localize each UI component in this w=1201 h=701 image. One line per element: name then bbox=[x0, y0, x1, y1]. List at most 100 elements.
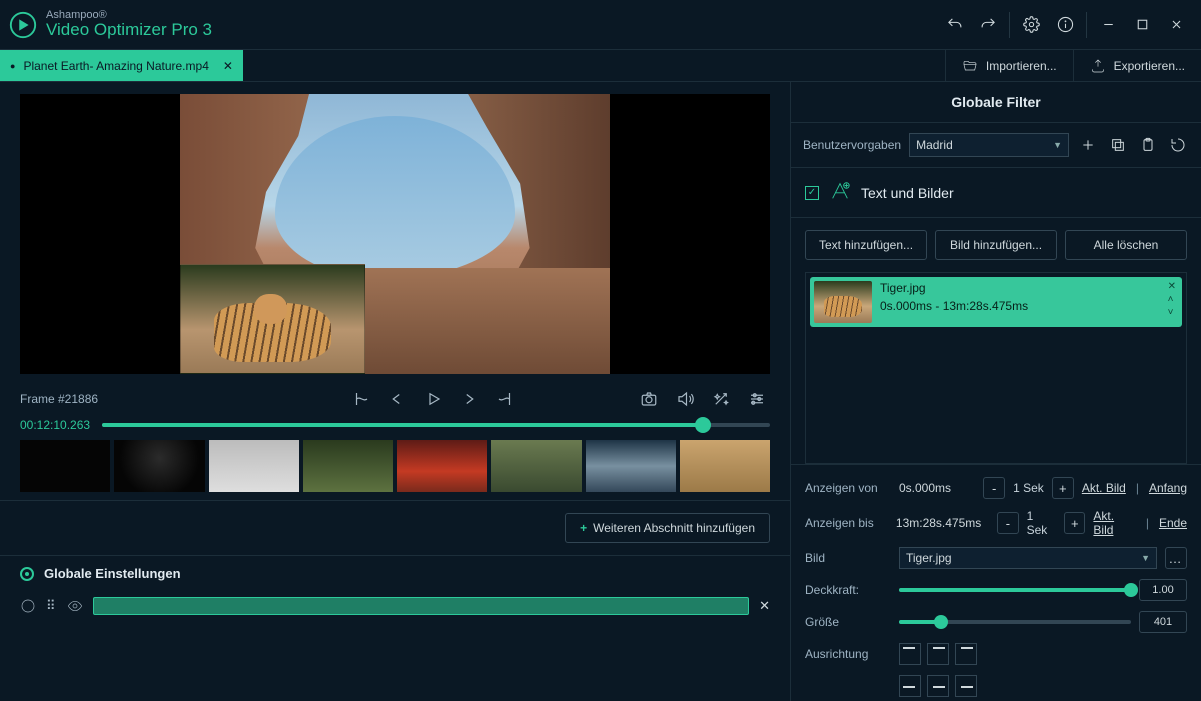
file-tab[interactable]: ● Planet Earth- Amazing Nature.mp4 ✕ bbox=[0, 50, 243, 81]
overlay-item-list: Tiger.jpg 0s.000ms - 13m:28s.475ms ✕ ˄ ˅ bbox=[805, 272, 1187, 464]
show-to-label: Anzeigen bis bbox=[805, 516, 888, 530]
segment-visibility-icon[interactable] bbox=[67, 598, 83, 614]
app-logo-icon bbox=[8, 10, 38, 40]
snapshot-button[interactable] bbox=[636, 386, 662, 412]
show-to-current-link[interactable]: Akt. Bild bbox=[1093, 509, 1135, 537]
show-to-plus-button[interactable]: + bbox=[1064, 512, 1085, 534]
show-to-value: 13m:28s.475ms bbox=[896, 516, 981, 530]
opacity-value[interactable]: 1.00 bbox=[1139, 579, 1187, 601]
maximize-button[interactable] bbox=[1125, 0, 1159, 50]
add-image-button[interactable]: Bild hinzufügen... bbox=[935, 230, 1057, 260]
add-section-button[interactable]: + Weiteren Abschnitt hinzufügen bbox=[565, 513, 770, 543]
segment-loop-icon[interactable] bbox=[20, 598, 36, 614]
size-label: Größe bbox=[805, 615, 891, 629]
plus-icon: + bbox=[580, 521, 587, 535]
preset-select[interactable]: Madrid ▼ bbox=[909, 133, 1069, 157]
show-from-step: 1 Sek bbox=[1013, 481, 1044, 495]
import-button[interactable]: Importieren... bbox=[945, 50, 1073, 81]
thumbnail[interactable] bbox=[114, 440, 204, 492]
timeline-slider[interactable] bbox=[102, 423, 770, 427]
mark-in-button[interactable] bbox=[348, 386, 374, 412]
prev-frame-button[interactable] bbox=[384, 386, 410, 412]
align-top-left-button[interactable] bbox=[899, 643, 921, 665]
folder-open-icon bbox=[962, 58, 978, 74]
thumbnail[interactable] bbox=[491, 440, 581, 492]
play-button[interactable] bbox=[420, 386, 446, 412]
show-to-step: 1 Sek bbox=[1027, 509, 1057, 537]
thumbnail[interactable] bbox=[209, 440, 299, 492]
section-text-and-images[interactable]: ✓ Text und Bilder bbox=[791, 167, 1201, 218]
align-mid-left-button[interactable] bbox=[899, 675, 921, 697]
thumbnail[interactable] bbox=[397, 440, 487, 492]
overlay-item-thumbnail bbox=[814, 281, 872, 323]
next-frame-button[interactable] bbox=[456, 386, 482, 412]
align-top-center-button[interactable] bbox=[927, 643, 949, 665]
overlay-item[interactable]: Tiger.jpg 0s.000ms - 13m:28s.475ms ✕ ˄ ˅ bbox=[810, 277, 1182, 327]
global-settings-header[interactable]: Globale Einstellungen bbox=[0, 555, 790, 591]
thumbnail[interactable] bbox=[586, 440, 676, 492]
preset-add-button[interactable] bbox=[1077, 134, 1099, 156]
show-from-value: 0s.000ms bbox=[899, 481, 951, 495]
preset-paste-button[interactable] bbox=[1137, 134, 1159, 156]
minimize-button[interactable] bbox=[1091, 0, 1125, 50]
settings-button[interactable] bbox=[1014, 0, 1048, 50]
show-from-minus-button[interactable]: - bbox=[983, 477, 1005, 499]
size-slider[interactable] bbox=[899, 620, 1131, 624]
overlay-image[interactable] bbox=[180, 264, 365, 374]
show-from-current-link[interactable]: Akt. Bild bbox=[1082, 481, 1126, 495]
size-value[interactable]: 401 bbox=[1139, 611, 1187, 633]
segment-delete-button[interactable]: ✕ bbox=[759, 598, 770, 614]
show-from-label: Anzeigen von bbox=[805, 481, 891, 495]
overlay-item-down-icon[interactable]: ˅ bbox=[1168, 307, 1176, 318]
title-bar: Ashampoo® Video Optimizer Pro 3 bbox=[0, 0, 1201, 50]
undo-button[interactable] bbox=[937, 0, 971, 50]
thumbnail[interactable] bbox=[20, 440, 110, 492]
section-name-label: Text und Bilder bbox=[861, 185, 954, 201]
clear-all-button[interactable]: Alle löschen bbox=[1065, 230, 1187, 260]
preset-label: Benutzervorgaben bbox=[803, 138, 901, 152]
align-mid-center-button[interactable] bbox=[927, 675, 949, 697]
image-select-value: Tiger.jpg bbox=[906, 551, 952, 565]
image-browse-button[interactable]: … bbox=[1165, 547, 1187, 569]
video-preview[interactable] bbox=[20, 94, 770, 374]
image-field-label: Bild bbox=[805, 551, 891, 565]
file-tab-close-icon[interactable]: ✕ bbox=[223, 59, 233, 73]
mark-out-button[interactable] bbox=[492, 386, 518, 412]
overlay-item-remove-icon[interactable]: ✕ bbox=[1168, 281, 1176, 292]
align-mid-right-button[interactable] bbox=[955, 675, 977, 697]
info-button[interactable] bbox=[1048, 0, 1082, 50]
app-name: Ashampoo® Video Optimizer Pro 3 bbox=[46, 9, 212, 40]
close-window-button[interactable] bbox=[1159, 0, 1193, 50]
export-button[interactable]: Exportieren... bbox=[1073, 50, 1201, 81]
audio-button[interactable] bbox=[672, 386, 698, 412]
export-icon bbox=[1090, 58, 1106, 74]
sliders-button[interactable] bbox=[744, 386, 770, 412]
add-text-button[interactable]: Text hinzufügen... bbox=[805, 230, 927, 260]
import-label: Importieren... bbox=[986, 59, 1057, 73]
section-checkbox[interactable]: ✓ bbox=[805, 186, 819, 200]
thumbnail-strip[interactable] bbox=[0, 440, 790, 500]
thumbnail[interactable] bbox=[680, 440, 770, 492]
redo-button[interactable] bbox=[971, 0, 1005, 50]
show-from-plus-button[interactable]: + bbox=[1052, 477, 1074, 499]
chevron-down-icon: ▼ bbox=[1053, 140, 1062, 150]
preview-area bbox=[0, 82, 790, 378]
preset-reset-button[interactable] bbox=[1167, 134, 1189, 156]
export-label: Exportieren... bbox=[1114, 59, 1185, 73]
preset-copy-button[interactable] bbox=[1107, 134, 1129, 156]
show-to-end-link[interactable]: Ende bbox=[1159, 516, 1187, 530]
image-select[interactable]: Tiger.jpg ▼ bbox=[899, 547, 1157, 569]
show-from-start-link[interactable]: Anfang bbox=[1149, 481, 1187, 495]
frame-label: Frame #21886 bbox=[20, 392, 98, 406]
segment-handle-icon[interactable]: ⠿ bbox=[46, 598, 57, 614]
radio-active-icon bbox=[20, 567, 34, 581]
overlay-item-up-icon[interactable]: ˄ bbox=[1168, 294, 1176, 305]
thumbnail[interactable] bbox=[303, 440, 393, 492]
magic-wand-button[interactable] bbox=[708, 386, 734, 412]
text-image-icon bbox=[829, 180, 851, 205]
segment-bar[interactable] bbox=[93, 597, 750, 615]
right-panel-title: Globale Filter bbox=[791, 82, 1201, 123]
opacity-slider[interactable] bbox=[899, 588, 1131, 592]
show-to-minus-button[interactable]: - bbox=[997, 512, 1018, 534]
align-top-right-button[interactable] bbox=[955, 643, 977, 665]
